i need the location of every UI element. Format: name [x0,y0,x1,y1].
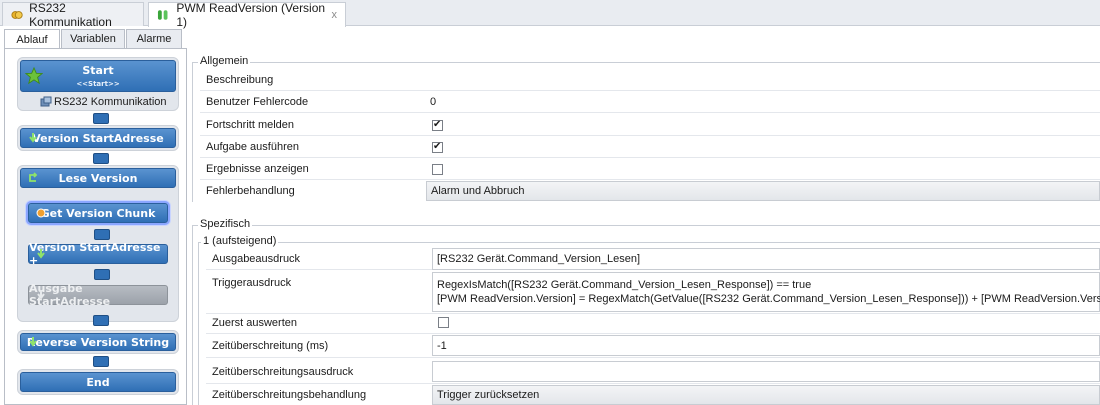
row-ergebnisse-anzeigen: Ergebnisse anzeigen [200,158,1100,180]
connector [93,356,109,367]
tab-rs232-kommunikation[interactable]: RS232 Kommunikation [2,0,144,29]
loop-icon [29,172,38,182]
tab-variablen[interactable]: Variablen [61,29,125,48]
lese-version-node[interactable]: Lese Version [20,168,176,188]
close-icon[interactable]: x [332,9,338,21]
row-zeitueberschreitungsbehandlung: Zeitüberschreitungsbehandlung Trigger zu… [206,384,1100,405]
zeitueberschreitungsbehandlung-dropdown[interactable]: Trigger zurücksetzen [432,385,1100,405]
end-node[interactable]: End [20,372,176,392]
flow-pane: Start <<Start>> RS232 Kommunikation Vers… [4,48,187,405]
tab-label: RS232 Kommunikation [29,0,112,29]
assign-icon [29,133,37,143]
zeitueberschreitung-field[interactable]: -1 [432,335,1100,356]
trigger-line-1: RegexIsMatch([RS232 Gerät.Command_Versio… [437,279,812,291]
version-startadresse-plus-node[interactable]: Version StartAdresse + [28,241,168,267]
reverse-version-node[interactable]: Reverse Version String [20,333,176,351]
group-title-aufsteigend: 1 (aufsteigend) [201,235,279,247]
triggerausdruck-field[interactable]: RegexIsMatch([RS232 Gerät.Command_Versio… [432,272,1100,312]
connector [93,153,109,164]
fehlercode-value[interactable]: 0 [430,91,436,113]
properties-pane: Allgemein Beschreibung Benutzer Fehlerco… [190,48,1100,405]
reverse-version-block[interactable]: Reverse Version String [17,330,179,354]
tab-alarme[interactable]: Alarme [126,29,182,48]
connector [94,229,110,240]
device-icon [40,96,52,107]
start-sub-label: <<Start>> [76,80,120,88]
start-node[interactable]: Start <<Start>> [20,60,176,92]
device-label: RS232 Kommunikation [40,94,167,110]
connector [93,315,109,326]
row-zeitueberschreitungsausdruck: Zeitüberschreitungsausdruck [206,360,1100,384]
fortschritt-checkbox[interactable] [432,119,443,131]
ausgabe-startadresse-node[interactable]: Ausgabe StartAdresse [28,282,168,308]
group-title-spezifisch: Spezifisch [198,218,253,230]
aufgabe-checkbox[interactable] [432,141,443,153]
ausgabeausdruck-field[interactable]: [RS232 Gerät.Command_Version_Lesen] [432,248,1100,270]
trigger-line-2: [PWM ReadVersion.Version] = RegexMatch(G… [437,293,1100,305]
get-version-chunk-node[interactable]: Get Version Chunk [28,203,168,223]
assign-icon [37,290,45,300]
version-startadresse-block[interactable]: Version StartAdresse [17,125,179,151]
row-ausgabeausdruck: Ausgabeausdruck [RS232 Gerät.Command_Ver… [206,248,1100,270]
document-tab-bar: RS232 Kommunikation PWM ReadVersion (Ver… [0,0,1100,29]
ergebnisse-checkbox[interactable] [432,164,443,175]
start-block[interactable]: Start <<Start>> RS232 Kommunikation [17,57,179,111]
connector [93,113,109,124]
row-triggerausdruck: Triggerausdruck RegexIsMatch([RS232 Gerä… [206,272,1100,314]
beschreibung-value[interactable] [430,69,1100,91]
plug-icon [11,10,23,19]
command-icon [36,208,46,218]
end-block[interactable]: End [17,369,179,395]
assign-icon [29,337,37,347]
group-title-allgemein: Allgemein [198,55,251,67]
row-benutzer-fehlercode: Benutzer Fehlercode 0 [200,91,1100,113]
tab-label: PWM ReadVersion (Version 1) [176,1,326,29]
assign-icon [37,249,45,259]
zuerst-auswerten-checkbox[interactable] [438,317,449,328]
version-startadresse-node[interactable]: Version StartAdresse [20,128,176,148]
row-aufgabe-ausfuehren: Aufgabe ausführen [200,136,1100,158]
tab-ablauf[interactable]: Ablauf [4,29,60,49]
zeitueberschreitungsausdruck-field[interactable] [432,361,1100,382]
tab-pwm-readversion[interactable]: PWM ReadVersion (Version 1) x [148,1,346,29]
fehlerbehandlung-dropdown[interactable]: Alarm und Abbruch [426,181,1100,201]
lese-version-loop[interactable]: Lese Version Get Version Chunk Version S… [17,165,179,322]
row-fehlerbehandlung: Fehlerbehandlung Alarm und Abbruch [200,180,1100,202]
connector [94,269,110,280]
flow-icon [157,10,168,20]
row-beschreibung: Beschreibung [200,69,1100,91]
row-zeitueberschreitung: Zeitüberschreitung (ms) -1 [206,334,1100,358]
row-zuerst-auswerten: Zuerst auswerten [206,312,1100,334]
row-fortschritt-melden: Fortschritt melden [200,114,1100,136]
